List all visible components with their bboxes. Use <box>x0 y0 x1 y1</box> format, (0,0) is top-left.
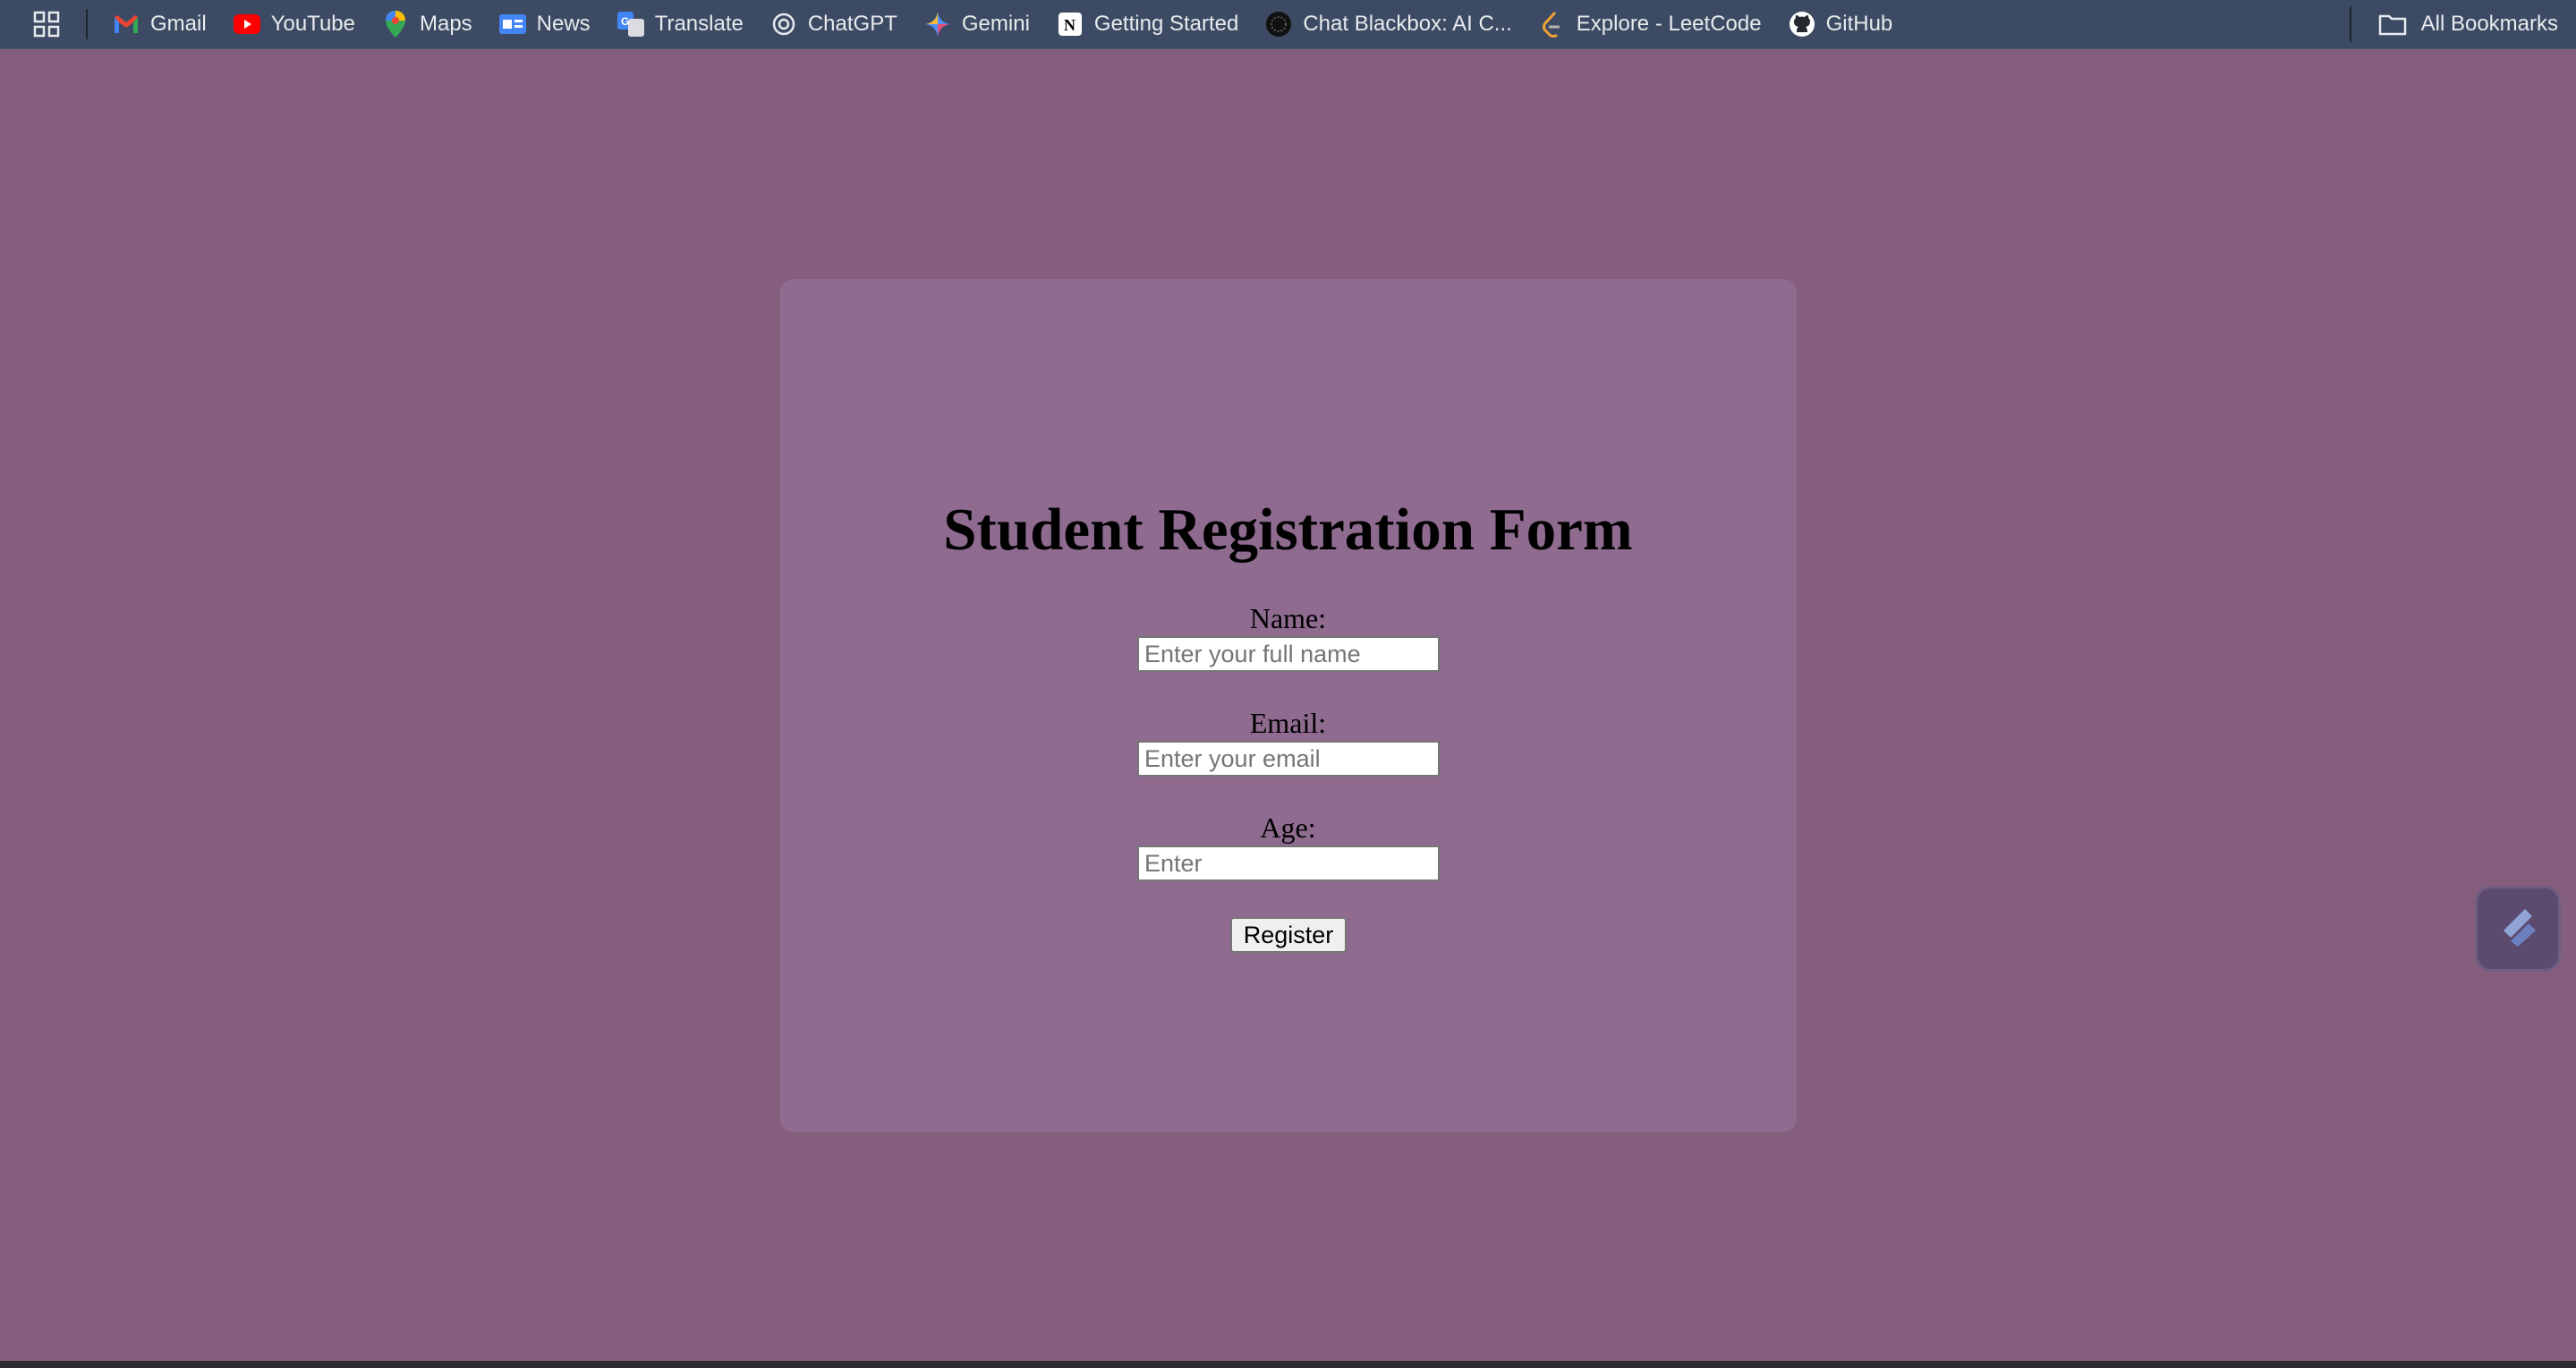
bookmark-getting-started[interactable]: N Getting Started <box>1046 6 1249 42</box>
email-label: Email: <box>1249 707 1327 739</box>
bookmark-label: ChatGPT <box>807 12 897 36</box>
news-icon <box>498 11 526 38</box>
folder-icon <box>2378 11 2409 38</box>
github-icon <box>1789 11 1815 38</box>
bookmark-gemini[interactable]: Gemini <box>914 6 1041 42</box>
bookmark-maps[interactable]: Maps <box>371 6 483 42</box>
bookmarks-divider <box>2349 6 2351 42</box>
extension-widget[interactable] <box>2475 886 2561 972</box>
gmail-icon <box>113 11 140 38</box>
bookmark-leetcode[interactable]: Explore - LeetCode <box>1528 6 1773 42</box>
bookmark-label: Chat Blackbox: AI C... <box>1303 12 1512 36</box>
leetcode-icon <box>1539 11 1566 38</box>
translate-icon: G <box>616 11 644 38</box>
all-bookmarks-label: All Bookmarks <box>2420 12 2558 36</box>
gemini-icon <box>924 11 951 38</box>
age-label: Age: <box>1260 811 1316 844</box>
bookmark-label: YouTube <box>270 12 355 36</box>
all-bookmarks[interactable]: All Bookmarks <box>2349 6 2558 42</box>
page-title: Student Registration Form <box>943 497 1633 563</box>
taskbar-strip <box>0 1361 2576 1368</box>
chatgpt-icon <box>770 11 797 38</box>
register-button[interactable]: Register <box>1230 917 1347 953</box>
notion-icon: N <box>1057 11 1084 38</box>
name-input[interactable] <box>1137 636 1440 672</box>
bookmark-blackbox[interactable]: Chat Blackbox: AI C... <box>1254 6 1522 42</box>
maps-icon <box>382 11 409 38</box>
bookmark-youtube[interactable]: YouTube <box>223 6 366 42</box>
bookmark-label: Translate <box>654 12 744 36</box>
age-input[interactable] <box>1137 845 1440 881</box>
bookmark-label: Getting Started <box>1093 12 1239 36</box>
bookmark-label: Maps <box>419 12 472 36</box>
name-label: Name: <box>1249 602 1327 634</box>
bookmark-label: GitHub <box>1825 12 1893 36</box>
svg-text:N: N <box>1064 16 1075 34</box>
bookmark-gmail[interactable]: Gmail <box>102 6 217 42</box>
bookmark-label: Gmail <box>150 12 207 36</box>
slash-icon <box>2493 902 2543 956</box>
email-input[interactable] <box>1137 741 1440 777</box>
youtube-icon <box>233 11 260 38</box>
bookmark-translate[interactable]: G Translate <box>607 6 754 42</box>
bookmark-label: News <box>536 12 591 36</box>
bookmark-chatgpt[interactable]: ChatGPT <box>760 6 908 42</box>
bookmarks-divider <box>86 9 88 39</box>
bookmark-github[interactable]: GitHub <box>1778 6 1904 42</box>
bookmark-news[interactable]: News <box>489 6 601 42</box>
apps-grid-icon[interactable] <box>29 6 64 42</box>
bookmarks-bar: Gmail YouTube Maps News G Translate Chat… <box>0 0 2576 49</box>
blackbox-icon <box>1265 11 1292 38</box>
svg-text:G: G <box>621 15 629 28</box>
bookmark-label: Gemini <box>961 12 1030 36</box>
bookmark-label: Explore - LeetCode <box>1576 12 1762 36</box>
